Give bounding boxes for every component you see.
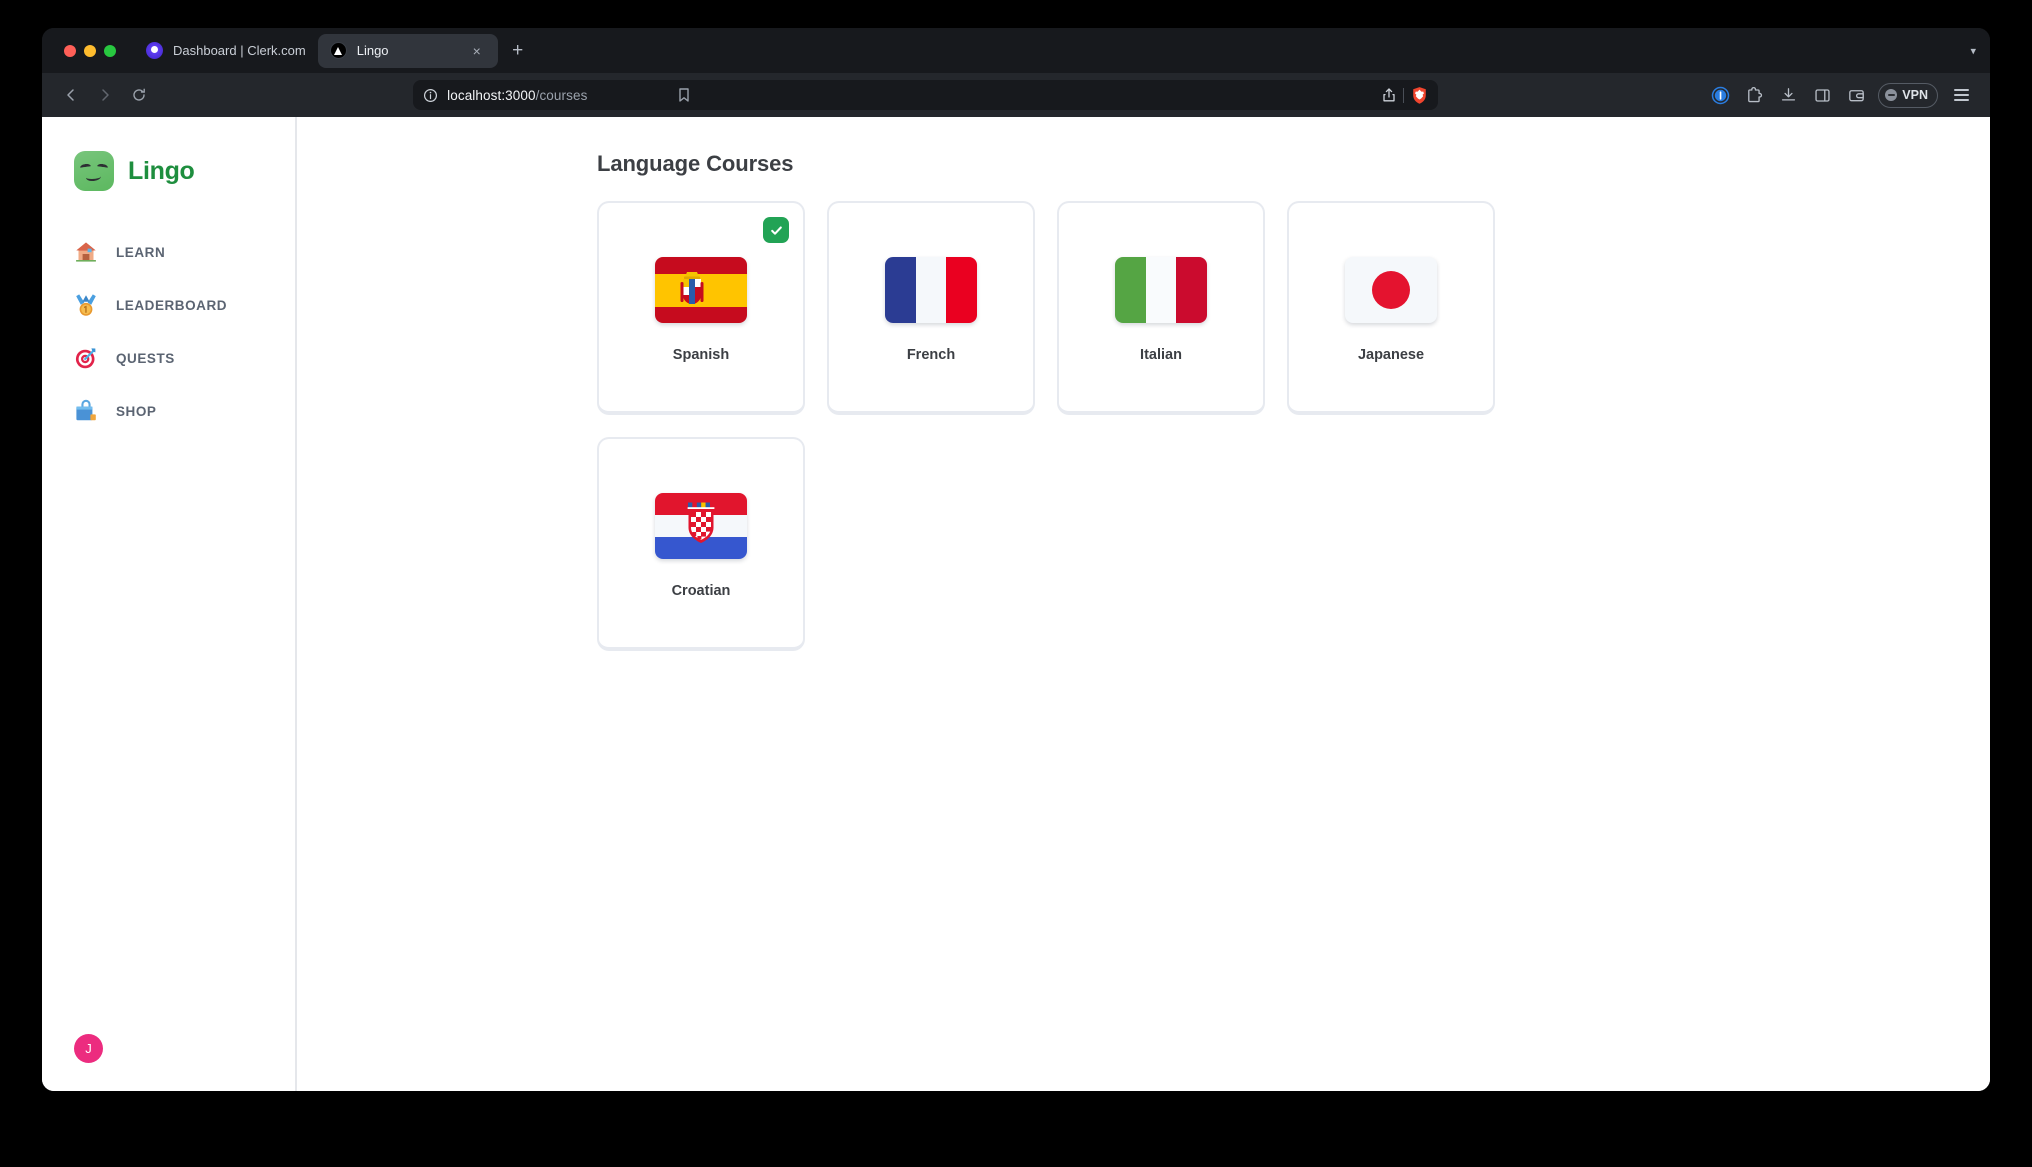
site-info-icon[interactable] [423,88,438,103]
check-icon [763,217,789,243]
divider [1403,87,1405,103]
sidebar-item-shop[interactable]: SHOP [56,388,281,434]
target-dart-icon [72,344,100,372]
flag-japan-icon [1345,257,1437,323]
avatar[interactable]: J [74,1034,103,1063]
house-icon [72,238,100,266]
maximize-window-button[interactable] [104,44,116,57]
browser-window: Dashboard | Clerk.com Lingo × + ▾ localh… [42,28,1990,1091]
sidebar-footer: J [42,1034,295,1091]
minimize-window-button[interactable] [84,44,96,57]
course-name: French [906,347,956,363]
omnibox-area: localhost:3000/courses [158,80,1693,110]
share-icon[interactable] [1382,87,1396,103]
reload-button[interactable] [124,80,154,110]
downloads-icon[interactable] [1773,80,1803,110]
flag-france-icon [885,257,977,323]
sidebar-item-label: QUESTS [116,350,175,366]
browser-tab-clerk[interactable]: Dashboard | Clerk.com [134,34,318,68]
forward-button[interactable] [90,80,120,110]
vpn-status-icon [1885,89,1898,101]
browser-tab-lingo[interactable]: Lingo × [317,33,498,68]
sidebar-toggle-icon[interactable] [1807,80,1837,110]
url-host: localhost:3000 [447,87,536,103]
sidebar-item-leaderboard[interactable]: LEADERBOARD [56,282,281,328]
course-card-spanish[interactable]: Spanish [597,201,805,415]
course-name: Croatian [671,583,731,599]
clerk-icon [146,42,163,59]
new-tab-button[interactable]: + [504,37,532,65]
tab-title: Lingo [356,43,389,58]
close-window-button[interactable] [64,44,76,57]
shopping-bag-icon [72,397,100,425]
sidebar-item-label: LEARN [116,244,166,260]
flag-spain-icon [655,257,747,323]
main-content: Language Courses Spanish French Italian … [297,117,1990,1091]
page-title: Language Courses [597,151,794,176]
course-card-italian[interactable]: Italian [1057,201,1265,415]
menu-icon[interactable] [1946,80,1976,110]
1password-extension-icon[interactable] [1705,80,1735,110]
course-card-japanese[interactable]: Japanese [1287,201,1495,415]
sidebar-item-learn[interactable]: LEARN [56,229,281,275]
medal-icon [72,291,100,319]
flag-italy-icon [1115,257,1207,323]
sidebar-item-label: SHOP [116,403,157,419]
course-card-french[interactable]: French [827,201,1035,415]
address-bar[interactable]: localhost:3000/courses [413,80,1439,110]
toolbar-actions: VPN [1705,80,1976,110]
page-viewport: Lingo LEARN LEADERBOARD QUESTS SHOP J La… [42,117,1990,1091]
nextjs-triangle-icon [329,42,347,59]
url-path: /courses [535,87,588,103]
vpn-label: VPN [1902,88,1928,102]
course-grid: Spanish French Italian Japanese Croatian [597,201,1497,651]
back-button[interactable] [56,80,86,110]
brave-wallet-icon[interactable] [1841,80,1871,110]
sidebar-item-quests[interactable]: QUESTS [56,335,281,381]
chevron-down-icon[interactable]: ▾ [1970,44,1976,57]
omnibox-actions [1382,86,1428,105]
app-sidebar: Lingo LEARN LEADERBOARD QUESTS SHOP J [42,117,297,1091]
url-text: localhost:3000/courses [447,88,1373,103]
close-tab-button[interactable]: × [468,42,486,60]
bookmark-icon[interactable] [671,82,697,108]
tab-title: Dashboard | Clerk.com [173,43,306,58]
window-traffic-lights [52,44,134,57]
browser-toolbar: localhost:3000/courses VPN [42,73,1990,117]
lingo-mascot-icon [74,151,114,191]
course-card-croatian[interactable]: Croatian [597,437,805,651]
brave-shields-icon[interactable] [1411,86,1428,105]
flag-croatia-icon [655,493,747,559]
course-name: Japanese [1357,347,1425,363]
course-name: Spanish [672,347,730,363]
app-brand[interactable]: Lingo [42,139,295,203]
course-name: Italian [1140,347,1182,363]
sidebar-item-label: LEADERBOARD [116,297,228,313]
tab-strip: Dashboard | Clerk.com Lingo × + ▾ [42,28,1990,73]
vpn-button[interactable]: VPN [1878,82,1938,108]
extensions-icon[interactable] [1739,80,1769,110]
brand-name: Lingo [128,156,195,185]
